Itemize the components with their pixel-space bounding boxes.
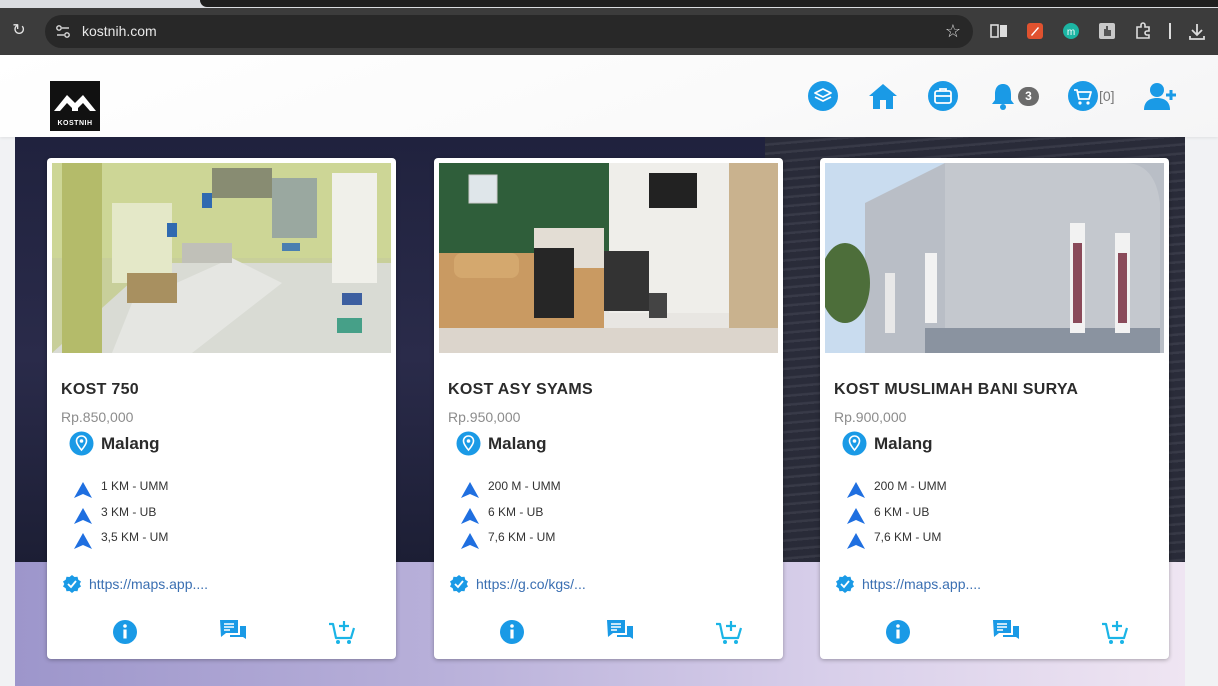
home-icon[interactable] bbox=[867, 80, 899, 112]
distance-text: 6 KM - UB bbox=[488, 505, 544, 519]
distance-text: 6 KM - UB bbox=[874, 505, 930, 519]
add-to-cart-icon[interactable] bbox=[714, 617, 744, 647]
chat-icon[interactable] bbox=[991, 617, 1021, 647]
tabstrip-background bbox=[200, 0, 1218, 7]
cart-count[interactable]: [0] bbox=[1099, 88, 1115, 104]
download-icon[interactable] bbox=[1187, 21, 1207, 41]
chat-icon[interactable] bbox=[605, 617, 635, 647]
distance-item: 3 KM - UB bbox=[73, 505, 373, 525]
site-info-icon[interactable] bbox=[53, 22, 73, 42]
kost-photo[interactable] bbox=[439, 163, 778, 353]
distance-item: 3,5 KM - UM bbox=[73, 530, 373, 550]
verified-badge-icon bbox=[836, 575, 854, 593]
house-logo-icon bbox=[54, 95, 96, 111]
kost-photo[interactable] bbox=[825, 163, 1164, 353]
distance-item: 7,6 KM - UM bbox=[460, 530, 760, 550]
extensions-puzzle-icon[interactable] bbox=[1133, 21, 1153, 41]
add-to-cart-icon[interactable] bbox=[327, 617, 357, 647]
kost-title[interactable]: KOST MUSLIMAH BANI SURYA bbox=[834, 381, 1078, 399]
navigation-arrow-icon bbox=[74, 482, 92, 498]
distance-item: 200 M - UMM bbox=[460, 479, 760, 499]
layers-icon[interactable] bbox=[807, 80, 839, 112]
location-pin-icon bbox=[456, 431, 481, 456]
distance-text: 3,5 KM - UM bbox=[101, 530, 169, 544]
browser-tabstrip bbox=[0, 0, 1218, 8]
bookmark-star-icon[interactable]: ☆ bbox=[945, 21, 961, 42]
navigation-arrow-icon bbox=[847, 508, 865, 524]
kost-city: Malang bbox=[488, 434, 547, 453]
navigation-arrow-icon bbox=[461, 508, 479, 524]
chat-icon[interactable] bbox=[218, 617, 248, 647]
navigation-arrow-icon bbox=[74, 508, 92, 524]
distance-text: 1 KM - UMM bbox=[101, 479, 169, 493]
briefcase-icon[interactable] bbox=[927, 80, 959, 112]
site-header: KOSTNIH 3 [0] bbox=[0, 55, 1218, 137]
location-pin-icon bbox=[842, 431, 867, 456]
logo-text: KOSTNIH bbox=[57, 120, 93, 127]
distance-text: 7,6 KM - UM bbox=[874, 530, 942, 544]
kost-price: Rp.850,000 bbox=[61, 409, 134, 425]
kost-card[interactable]: KOST MUSLIMAH BANI SURYA Rp.900,000 Mala… bbox=[820, 158, 1169, 659]
distance-item: 1 KM - UMM bbox=[73, 479, 373, 499]
verified-badge-icon bbox=[450, 575, 468, 593]
distance-text: 7,6 KM - UM bbox=[488, 530, 556, 544]
location-pin-icon bbox=[69, 431, 94, 456]
distance-text: 3 KM - UB bbox=[101, 505, 157, 519]
navigation-arrow-icon bbox=[74, 533, 92, 549]
info-icon[interactable] bbox=[497, 617, 527, 647]
kost-city: Malang bbox=[874, 434, 933, 453]
info-icon[interactable] bbox=[110, 617, 140, 647]
distance-item: 6 KM - UB bbox=[846, 505, 1146, 525]
add-to-cart-icon[interactable] bbox=[1100, 617, 1130, 647]
kost-card[interactable]: KOST 750 Rp.850,000 Malang 1 KM - UMM 3 … bbox=[47, 158, 396, 659]
cart-icon[interactable] bbox=[1067, 80, 1099, 112]
extension-m-icon[interactable]: m bbox=[1061, 21, 1081, 41]
extension-rocket-icon[interactable] bbox=[1025, 21, 1045, 41]
kost-city: Malang bbox=[101, 434, 160, 453]
navigation-arrow-icon bbox=[461, 482, 479, 498]
url-text[interactable]: kostnih.com bbox=[82, 23, 157, 39]
svg-text:m: m bbox=[1067, 27, 1075, 38]
kost-photo[interactable] bbox=[52, 163, 391, 353]
kost-title[interactable]: KOST ASY SYAMS bbox=[448, 381, 593, 399]
navigation-arrow-icon bbox=[461, 533, 479, 549]
distance-text: 200 M - UMM bbox=[874, 479, 947, 493]
maps-link[interactable]: https://maps.app.... bbox=[89, 576, 208, 592]
reading-list-icon[interactable] bbox=[989, 21, 1009, 41]
notification-badge[interactable]: 3 bbox=[1018, 87, 1039, 106]
browser-toolbar: ↻ kostnih.com ☆ m bbox=[0, 8, 1218, 55]
info-icon[interactable] bbox=[883, 617, 913, 647]
kost-price: Rp.950,000 bbox=[448, 409, 521, 425]
verified-badge-icon bbox=[63, 575, 81, 593]
maps-link[interactable]: https://maps.app.... bbox=[862, 576, 981, 592]
kost-title[interactable]: KOST 750 bbox=[61, 381, 139, 399]
maps-link[interactable]: https://g.co/kgs/... bbox=[476, 576, 586, 592]
distance-item: 200 M - UMM bbox=[846, 479, 1146, 499]
navigation-arrow-icon bbox=[847, 533, 865, 549]
distance-item: 6 KM - UB bbox=[460, 505, 760, 525]
site-logo[interactable]: KOSTNIH bbox=[50, 81, 100, 131]
address-bar[interactable]: kostnih.com ☆ bbox=[45, 15, 973, 48]
distance-item: 7,6 KM - UM bbox=[846, 530, 1146, 550]
notification-bell-icon[interactable] bbox=[987, 80, 1019, 112]
extension-hand-icon[interactable] bbox=[1097, 21, 1117, 41]
add-user-icon[interactable] bbox=[1144, 80, 1176, 112]
reload-icon[interactable]: ↻ bbox=[10, 22, 28, 40]
toolbar-divider bbox=[1169, 23, 1171, 39]
navigation-arrow-icon bbox=[847, 482, 865, 498]
distance-text: 200 M - UMM bbox=[488, 479, 561, 493]
kost-price: Rp.900,000 bbox=[834, 409, 907, 425]
kost-card[interactable]: KOST ASY SYAMS Rp.950,000 Malang 200 M -… bbox=[434, 158, 783, 659]
